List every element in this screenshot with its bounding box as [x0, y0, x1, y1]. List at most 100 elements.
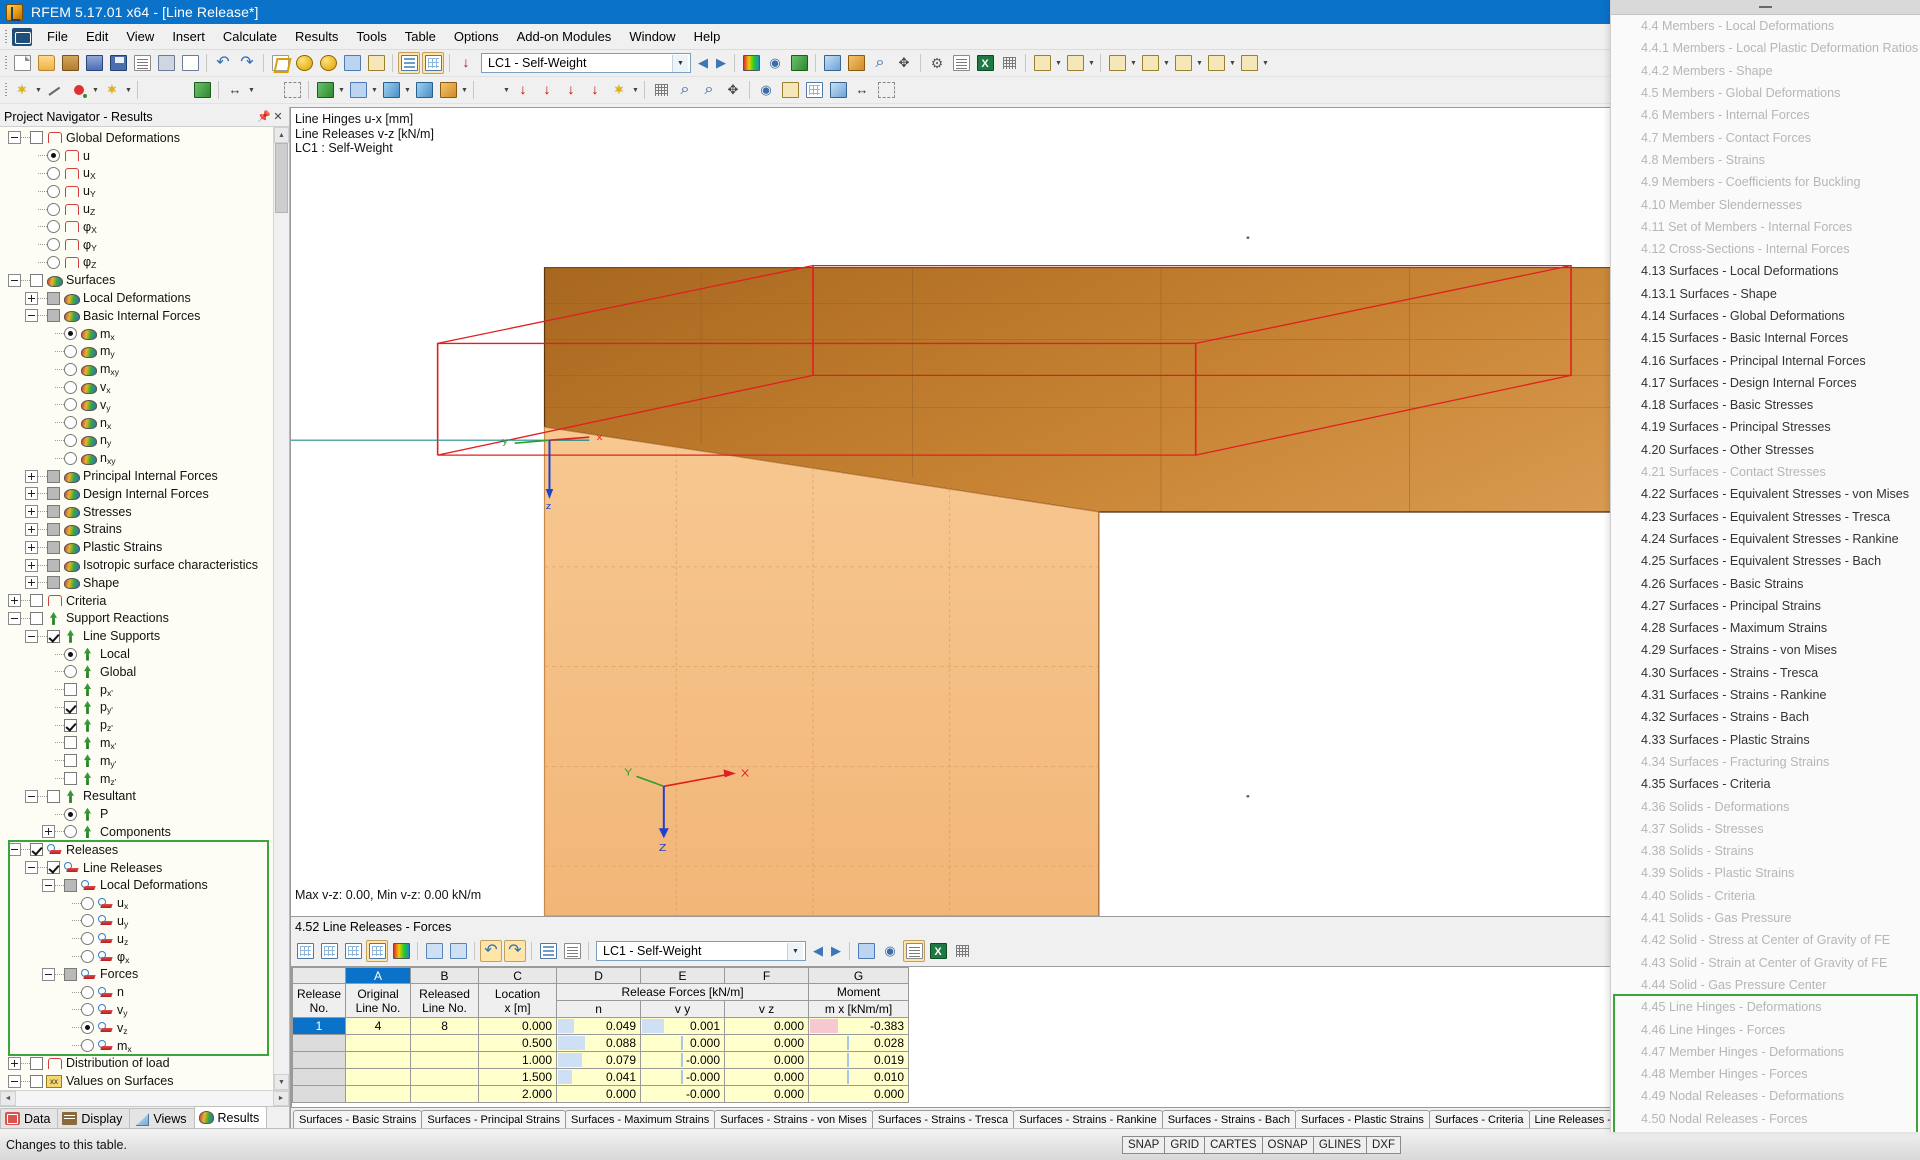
tab-data[interactable]: Data [0, 1108, 59, 1128]
col-letter-A[interactable]: A [345, 967, 412, 984]
nav-item-m[interactable]: mxy [0, 360, 273, 378]
menu-addon-modules[interactable]: Add-on Modules [508, 26, 621, 47]
radio-components[interactable] [64, 825, 77, 839]
nav-item-n[interactable]: n [0, 983, 273, 1001]
solid-caret-icon[interactable]: ▼ [403, 79, 412, 101]
col-letter-B[interactable]: B [410, 967, 480, 984]
col-letter-E[interactable]: E [640, 967, 726, 984]
cell-mx[interactable]: -0.383 [808, 1017, 910, 1035]
nav-item-p[interactable]: pz' [0, 716, 273, 734]
calculate-button[interactable] [269, 52, 291, 74]
table-list-item-4-17[interactable]: 4.17 Surfaces - Design Internal Forces [1611, 372, 1920, 394]
menu-window[interactable]: Window [620, 26, 684, 47]
cell-original-line-no[interactable] [345, 1085, 412, 1103]
table-list-item-4-19[interactable]: 4.19 Surfaces - Principal Stresses [1611, 416, 1920, 438]
cell-vz[interactable]: 0.000 [724, 1034, 810, 1052]
sheet-tab-surfaces-strains-bach[interactable]: Surfaces - Strains - Bach [1161, 1110, 1296, 1128]
col-letter-D[interactable]: D [556, 967, 642, 984]
insert-polyline-button[interactable] [101, 79, 123, 101]
opening-caret-icon[interactable]: ▼ [370, 79, 379, 101]
cell-vy[interactable]: -0.000 [640, 1051, 726, 1069]
calculate-all-button[interactable] [293, 52, 315, 74]
table-edit-button[interactable] [561, 940, 583, 962]
table-list-item-4-11[interactable]: 4.11 Set of Members - Internal Forces [1611, 216, 1920, 238]
plate-caret-icon[interactable]: ▼ [337, 79, 346, 101]
table-list-item-4-27[interactable]: 4.27 Surfaces - Principal Strains [1611, 595, 1920, 617]
print-preview-button[interactable] [179, 52, 201, 74]
navigator-pin-icon[interactable]: 📌 [257, 110, 271, 123]
view-iso5-caret-icon[interactable]: ▼ [1261, 52, 1270, 74]
cell-released-line-no[interactable] [410, 1051, 480, 1069]
toggle-osnap[interactable]: OSNAP [1261, 1135, 1314, 1154]
radio-local[interactable] [64, 647, 77, 661]
next-load-case-button[interactable]: ▶ [712, 52, 730, 74]
checkbox-p[interactable] [64, 718, 77, 732]
tab-results[interactable]: Results [193, 1106, 268, 1128]
collapse-icon[interactable] [25, 861, 38, 875]
new-window-button[interactable] [365, 52, 387, 74]
collapse-icon[interactable] [25, 789, 38, 803]
radio-m[interactable] [64, 327, 77, 341]
hscroll-track[interactable] [16, 1091, 273, 1106]
scroll-up-icon[interactable]: ▲ [274, 127, 289, 143]
nav-item-line-releases[interactable]: Line Releases [0, 859, 273, 877]
nav-item-m[interactable]: mx [0, 325, 273, 343]
table-list-item-4-35[interactable]: 4.35 Surfaces - Criteria [1611, 773, 1920, 795]
wireframe-button[interactable] [845, 52, 867, 74]
view-front-caret-icon[interactable]: ▼ [1054, 52, 1063, 74]
table-list-item-4-39[interactable]: 4.39 Solids - Plastic Strains [1611, 862, 1920, 884]
chevron-down-icon[interactable]: ▼ [672, 54, 688, 72]
table-list-item-4-16[interactable]: 4.16 Surfaces - Principal Internal Force… [1611, 349, 1920, 371]
insert-plate-button[interactable] [314, 79, 336, 101]
view-iso2-button[interactable] [1139, 52, 1161, 74]
radio-m[interactable] [81, 1039, 94, 1053]
table-load-case-select[interactable]: LC1 - Self-Weight ▼ [596, 941, 806, 961]
result-values-button[interactable] [764, 52, 786, 74]
clipping-button[interactable] [779, 79, 801, 101]
rotate-view-button[interactable] [722, 79, 744, 101]
view-iso2-caret-icon[interactable]: ▼ [1162, 52, 1171, 74]
open-model-blue-button[interactable] [83, 52, 105, 74]
menu-calculate[interactable]: Calculate [214, 26, 286, 47]
cell-mx[interactable]: 0.019 [808, 1051, 910, 1069]
insert-load-button[interactable] [512, 79, 534, 101]
nav-item-v[interactable]: vy [0, 396, 273, 414]
results-display-button[interactable] [740, 52, 762, 74]
expand-icon[interactable] [42, 825, 55, 839]
radio--[interactable] [47, 220, 60, 234]
cell-vz[interactable]: 0.000 [724, 1085, 810, 1103]
checkbox-global-deformations[interactable] [30, 131, 43, 145]
open-file-button[interactable] [35, 52, 57, 74]
radio-p[interactable] [64, 807, 77, 821]
table-list-item-4-7[interactable]: 4.7 Members - Contact Forces [1611, 126, 1920, 148]
cell-release-no[interactable]: 1 [292, 1017, 347, 1035]
nav-item-basic-internal-forces[interactable]: Basic Internal Forces [0, 307, 273, 325]
nav-item-strains[interactable]: Strains [0, 521, 273, 539]
insert-line-button[interactable] [44, 79, 66, 101]
table-list-item-4-46[interactable]: 4.46 Line Hinges - Forces [1611, 1018, 1920, 1040]
table-list-item-4-41[interactable]: 4.41 Solids - Gas Pressure [1611, 907, 1920, 929]
checkbox-p[interactable] [64, 700, 77, 714]
table-list-item-4-50[interactable]: 4.50 Nodal Releases - Forces [1611, 1108, 1920, 1130]
navigator-vscrollbar[interactable]: ▲ ▼ [273, 127, 289, 1090]
cell-released-line-no[interactable]: 8 [410, 1017, 480, 1035]
pan-button[interactable] [893, 52, 915, 74]
sheet-tab-surfaces-maximum-strains[interactable]: Surfaces - Maximum Strains [565, 1110, 716, 1128]
table-list-item-4-12[interactable]: 4.12 Cross-Sections - Internal Forces [1611, 238, 1920, 260]
col-letter-G[interactable]: G [808, 967, 910, 984]
expand-icon[interactable] [8, 1056, 21, 1070]
tab-views[interactable]: Views [129, 1108, 195, 1128]
nav-item-u[interactable]: u [0, 147, 273, 165]
table-printout-button[interactable] [903, 940, 925, 962]
table-list-item-4-23[interactable]: 4.23 Surfaces - Equivalent Stresses - Tr… [1611, 506, 1920, 528]
nav-item-[interactable]: φZ [0, 254, 273, 272]
tab-display[interactable]: Display [57, 1108, 131, 1128]
nav-item-m[interactable]: mx' [0, 734, 273, 752]
select-objects-button[interactable] [341, 52, 363, 74]
insert-solid2-button[interactable] [413, 79, 435, 101]
table-list-item-4-6[interactable]: 4.6 Members - Internal Forces [1611, 104, 1920, 126]
sheet-tab-surfaces-strains-rankine[interactable]: Surfaces - Strains - Rankine [1013, 1110, 1163, 1128]
collapse-icon[interactable] [8, 611, 21, 625]
table-list-item-4-32[interactable]: 4.32 Surfaces - Strains - Bach [1611, 706, 1920, 728]
nav-item-local-deformations[interactable]: Local Deformations [0, 289, 273, 307]
